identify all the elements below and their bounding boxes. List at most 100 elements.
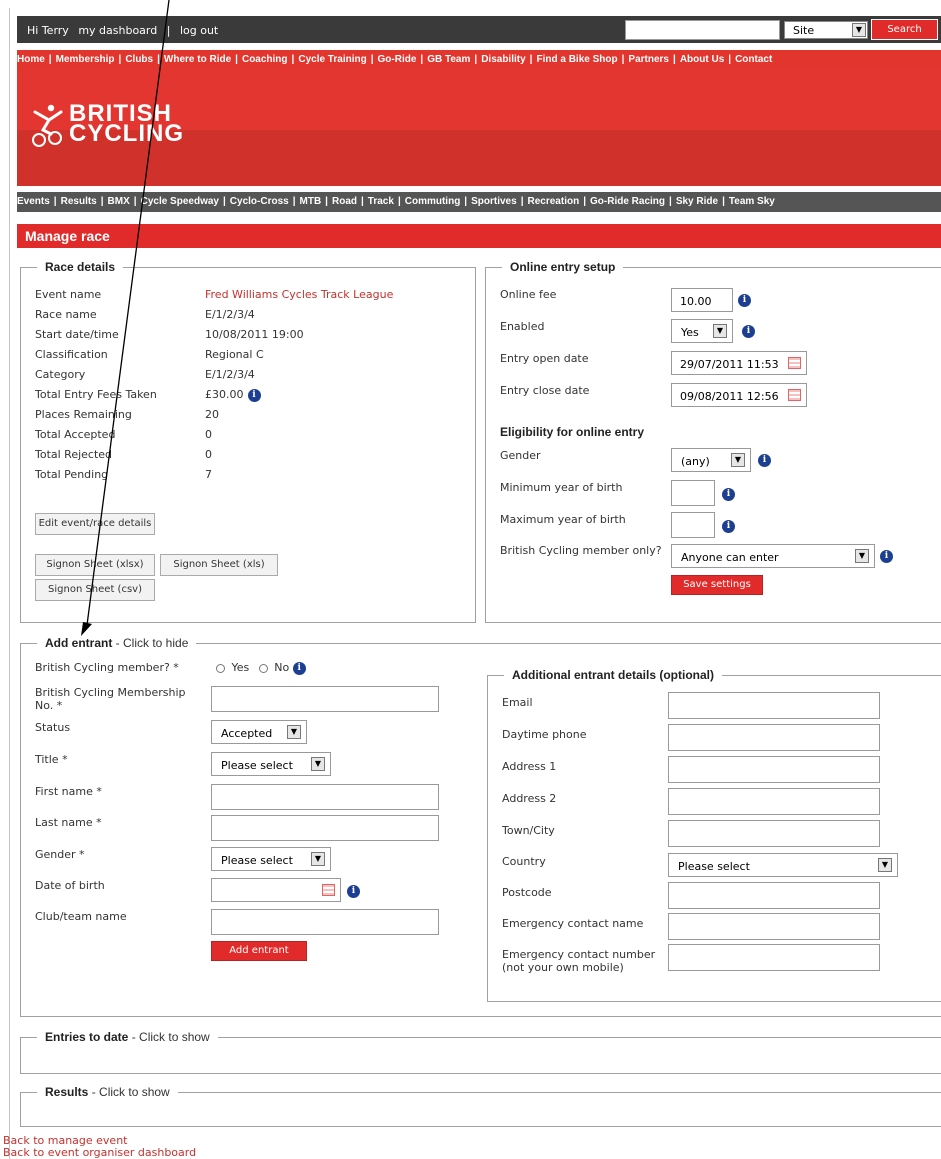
nav-separator: | (722, 196, 725, 207)
toggle-show-link[interactable]: - Click to show (128, 1030, 210, 1044)
town-input[interactable] (668, 820, 880, 847)
subnav-events[interactable]: Events (17, 196, 50, 207)
search-input[interactable] (625, 20, 780, 40)
nav-about-us[interactable]: About Us (680, 54, 724, 65)
nav-home[interactable]: Home (17, 54, 45, 65)
results-legend[interactable]: Results - Click to show (37, 1085, 178, 1099)
info-icon[interactable]: i (722, 520, 735, 533)
race-detail-label: Category (35, 368, 86, 381)
address1-input[interactable] (668, 756, 880, 783)
nav-where-to-ride[interactable]: Where to Ride (164, 54, 231, 65)
online-fee-input[interactable]: 10.00 (671, 288, 733, 312)
info-icon[interactable]: i (738, 294, 751, 307)
add-entrant-legend[interactable]: Add entrant - Click to hide (37, 636, 197, 650)
toggle-hide-link[interactable]: - Click to hide (112, 636, 189, 650)
nav-partners[interactable]: Partners (628, 54, 669, 65)
subnav-cycle-speedway[interactable]: Cycle Speedway (141, 196, 219, 207)
toggle-show-link[interactable]: - Click to show (88, 1085, 170, 1099)
my-dashboard-link[interactable]: my dashboard (78, 24, 157, 37)
add-entrant-button[interactable]: Add entrant (211, 941, 307, 961)
member-yes-radio[interactable] (216, 663, 225, 673)
subnav-sky-ride[interactable]: Sky Ride (676, 196, 718, 207)
signon-xlsx-button[interactable]: Signon Sheet (xlsx) (35, 554, 155, 576)
subnav-track[interactable]: Track (368, 196, 394, 207)
race-detail-value: £30.00 i (205, 388, 261, 402)
nav-gb-team[interactable]: GB Team (427, 54, 470, 65)
eligibility-gender-select[interactable]: (any) ▼ (671, 448, 751, 472)
subnav-cyclo-cross[interactable]: Cyclo-Cross (230, 196, 289, 207)
save-settings-button[interactable]: Save settings (671, 575, 763, 595)
chevron-down-icon: ▼ (287, 725, 301, 739)
email-input[interactable] (668, 692, 880, 719)
signon-xls-button[interactable]: Signon Sheet (xls) (160, 554, 278, 576)
status-select[interactable]: Accepted ▼ (211, 720, 307, 744)
max-yob-input[interactable] (671, 512, 715, 538)
subnav-recreation[interactable]: Recreation (528, 196, 580, 207)
title-select[interactable]: Please select ▼ (211, 752, 331, 776)
entry-open-date-input[interactable]: 29/07/2011 11:53 (671, 351, 807, 375)
race-detail-value: 7 (205, 468, 212, 481)
entry-close-date-input[interactable]: 09/08/2011 12:56 (671, 383, 807, 407)
race-detail-value[interactable]: Fred Williams Cycles Track League (205, 288, 393, 301)
max-yob-label: Maximum year of birth (500, 513, 626, 526)
subnav-team-sky[interactable]: Team Sky (729, 196, 775, 207)
calendar-icon[interactable] (788, 389, 801, 401)
address2-label: Address 2 (502, 792, 557, 805)
ec-number-input[interactable] (668, 944, 880, 971)
min-yob-label: Minimum year of birth (500, 481, 623, 494)
info-icon[interactable]: i (742, 325, 755, 338)
subnav-bmx[interactable]: BMX (108, 196, 130, 207)
logout-link[interactable]: log out (180, 24, 218, 37)
race-detail-value: E/1/2/3/4 (205, 308, 255, 321)
phone-input[interactable] (668, 724, 880, 751)
race-detail-value-text: 7 (205, 468, 212, 481)
member-only-select[interactable]: Anyone can enter ▼ (671, 544, 875, 568)
ec-name-input[interactable] (668, 913, 880, 940)
search-button[interactable]: Search (871, 19, 938, 40)
subnav-mtb[interactable]: MTB (300, 196, 322, 207)
club-input[interactable] (211, 909, 439, 935)
edit-race-button[interactable]: Edit event/race details (35, 513, 155, 535)
subnav-commuting[interactable]: Commuting (405, 196, 461, 207)
gender-select[interactable]: Please select ▼ (211, 847, 331, 871)
signon-csv-button[interactable]: Signon Sheet (csv) (35, 579, 155, 601)
british-cycling-logo[interactable]: BRITISH CYCLING (31, 102, 183, 151)
subnav-road[interactable]: Road (332, 196, 357, 207)
nav-contact[interactable]: Contact (735, 54, 772, 65)
nav-membership[interactable]: Membership (56, 54, 115, 65)
dob-input[interactable] (211, 878, 341, 902)
info-icon[interactable]: i (292, 661, 306, 675)
first-name-input[interactable] (211, 784, 439, 810)
address2-input[interactable] (668, 788, 880, 815)
country-select[interactable]: Please select ▼ (668, 853, 898, 877)
nav-clubs[interactable]: Clubs (125, 54, 153, 65)
info-icon[interactable]: i (722, 488, 735, 501)
membership-no-input[interactable] (211, 686, 439, 712)
postcode-input[interactable] (668, 882, 880, 909)
enabled-select[interactable]: Yes ▼ (671, 319, 733, 343)
nav-go-ride[interactable]: Go-Ride (378, 54, 417, 65)
race-detail-label: Event name (35, 288, 102, 301)
min-yob-input[interactable] (671, 480, 715, 506)
info-icon[interactable]: i (880, 550, 893, 563)
subnav-results[interactable]: Results (61, 196, 97, 207)
member-no-radio[interactable] (258, 663, 268, 673)
nav-cycle-training[interactable]: Cycle Training (298, 54, 366, 65)
info-icon[interactable]: i (347, 885, 360, 898)
info-icon[interactable]: i (247, 388, 261, 402)
subnav-sportives[interactable]: Sportives (471, 196, 517, 207)
nav-coaching[interactable]: Coaching (242, 54, 288, 65)
subnav-go-ride-racing[interactable]: Go-Ride Racing (590, 196, 665, 207)
back-to-dashboard-link[interactable]: Back to event organiser dashboard (3, 1146, 196, 1159)
last-name-input[interactable] (211, 815, 439, 841)
additional-details-legend: Additional entrant details (optional) (504, 668, 722, 682)
info-icon[interactable]: i (758, 454, 771, 467)
nav-disability[interactable]: Disability (481, 54, 525, 65)
nav-find-a-bike-shop[interactable]: Find a Bike Shop (536, 54, 617, 65)
entries-legend[interactable]: Entries to date - Click to show (37, 1030, 218, 1044)
town-label: Town/City (502, 824, 555, 837)
calendar-icon[interactable] (322, 884, 335, 896)
search-scope-select[interactable]: Site ▼ (784, 21, 868, 39)
calendar-icon[interactable] (788, 357, 801, 369)
eligibility-heading: Eligibility for online entry (500, 425, 645, 439)
